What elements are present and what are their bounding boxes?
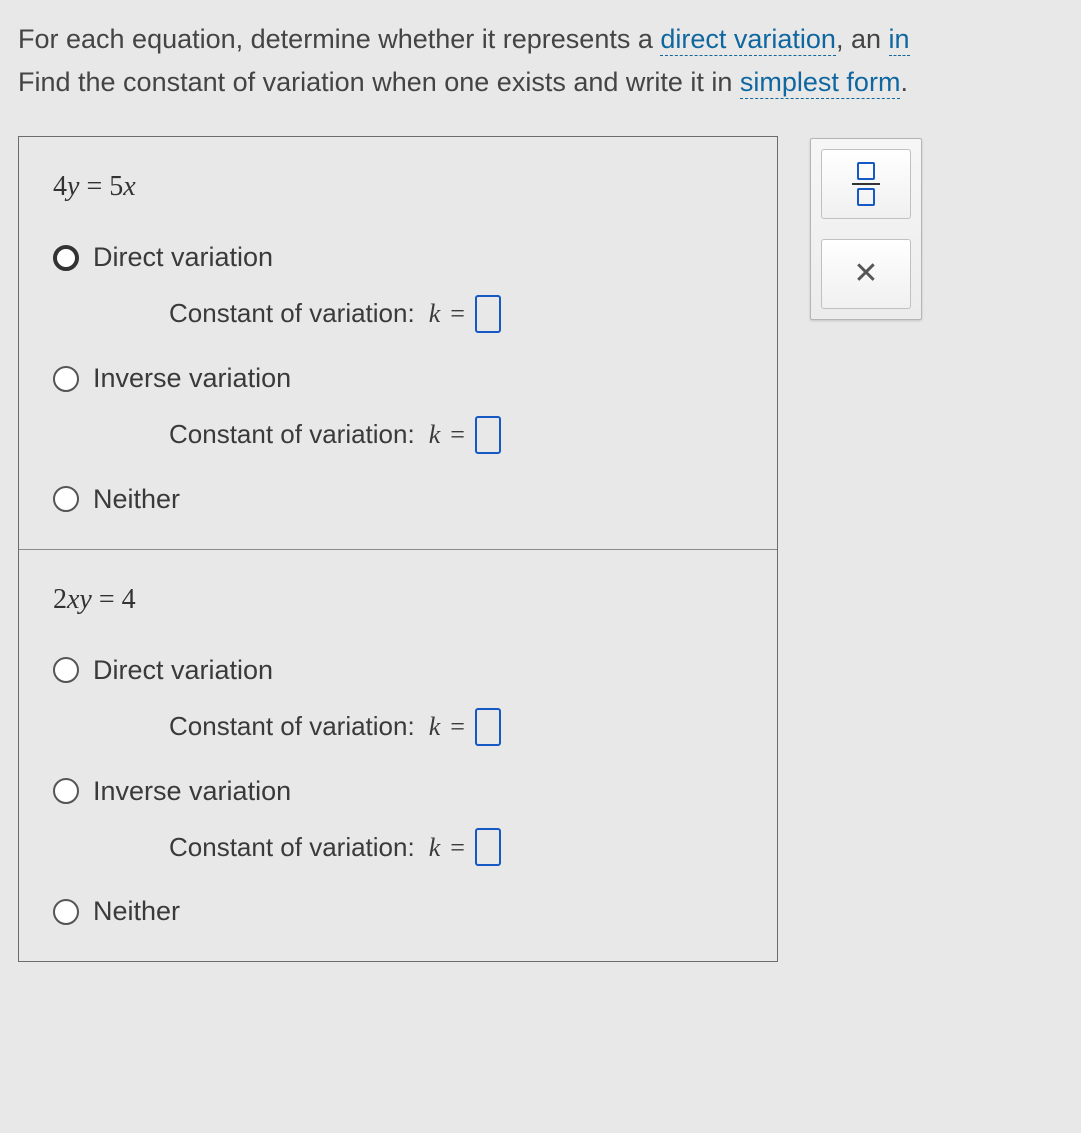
question-panel: 4y = 5x Direct variation Constant of var…: [18, 136, 778, 962]
radio-icon: [53, 657, 79, 683]
equation-2: 2xy = 4: [53, 578, 743, 623]
k-var: k: [429, 293, 441, 335]
question-2: 2xy = 4 Direct variation Constant of var…: [19, 550, 777, 962]
q1-direct-constant: Constant of variation: k =: [169, 293, 743, 335]
radio-icon: [53, 778, 79, 804]
equals-sign: =: [450, 293, 465, 335]
equals-sign: =: [450, 706, 465, 748]
equals-sign: =: [450, 414, 465, 456]
option-label: Inverse variation: [93, 357, 291, 400]
q2-option-neither[interactable]: Neither: [53, 890, 743, 933]
q1-option-neither[interactable]: Neither: [53, 478, 743, 521]
q1-option-inverse[interactable]: Inverse variation: [53, 357, 743, 400]
fraction-button[interactable]: [821, 149, 911, 219]
answer-input[interactable]: [475, 416, 501, 454]
constant-label: Constant of variation:: [169, 827, 415, 869]
q2-option-direct[interactable]: Direct variation: [53, 649, 743, 692]
constant-label: Constant of variation:: [169, 293, 415, 335]
option-label: Neither: [93, 890, 180, 933]
instr-line1-mid: , an: [836, 24, 889, 54]
radio-icon: [53, 486, 79, 512]
answer-input[interactable]: [475, 295, 501, 333]
answer-input[interactable]: [475, 708, 501, 746]
q2-option-inverse[interactable]: Inverse variation: [53, 770, 743, 813]
instr-line2-post: .: [900, 67, 908, 97]
radio-icon: [53, 899, 79, 925]
constant-label: Constant of variation:: [169, 414, 415, 456]
k-var: k: [429, 827, 441, 869]
q2-inverse-constant: Constant of variation: k =: [169, 827, 743, 869]
tool-panel: ✕: [810, 138, 922, 320]
constant-label: Constant of variation:: [169, 706, 415, 748]
option-label: Neither: [93, 478, 180, 521]
instr-line1-pre: For each equation, determine whether it …: [18, 24, 660, 54]
link-direct-variation[interactable]: direct variation: [660, 24, 836, 56]
fraction-icon: [852, 162, 880, 206]
instr-line2-pre: Find the constant of variation when one …: [18, 67, 740, 97]
q1-inverse-constant: Constant of variation: k =: [169, 414, 743, 456]
question-1: 4y = 5x Direct variation Constant of var…: [19, 137, 777, 550]
option-label: Direct variation: [93, 649, 273, 692]
radio-icon: [53, 245, 79, 271]
equation-1: 4y = 5x: [53, 165, 743, 210]
close-icon: ✕: [853, 250, 878, 298]
k-var: k: [429, 414, 441, 456]
answer-input[interactable]: [475, 828, 501, 866]
option-label: Inverse variation: [93, 770, 291, 813]
link-truncated[interactable]: in: [889, 24, 910, 56]
q2-direct-constant: Constant of variation: k =: [169, 706, 743, 748]
radio-icon: [53, 366, 79, 392]
equals-sign: =: [450, 827, 465, 869]
close-button[interactable]: ✕: [821, 239, 911, 309]
link-simplest-form[interactable]: simplest form: [740, 67, 901, 99]
instructions-block: For each equation, determine whether it …: [18, 18, 1081, 104]
option-label: Direct variation: [93, 236, 273, 279]
q1-option-direct[interactable]: Direct variation: [53, 236, 743, 279]
k-var: k: [429, 706, 441, 748]
